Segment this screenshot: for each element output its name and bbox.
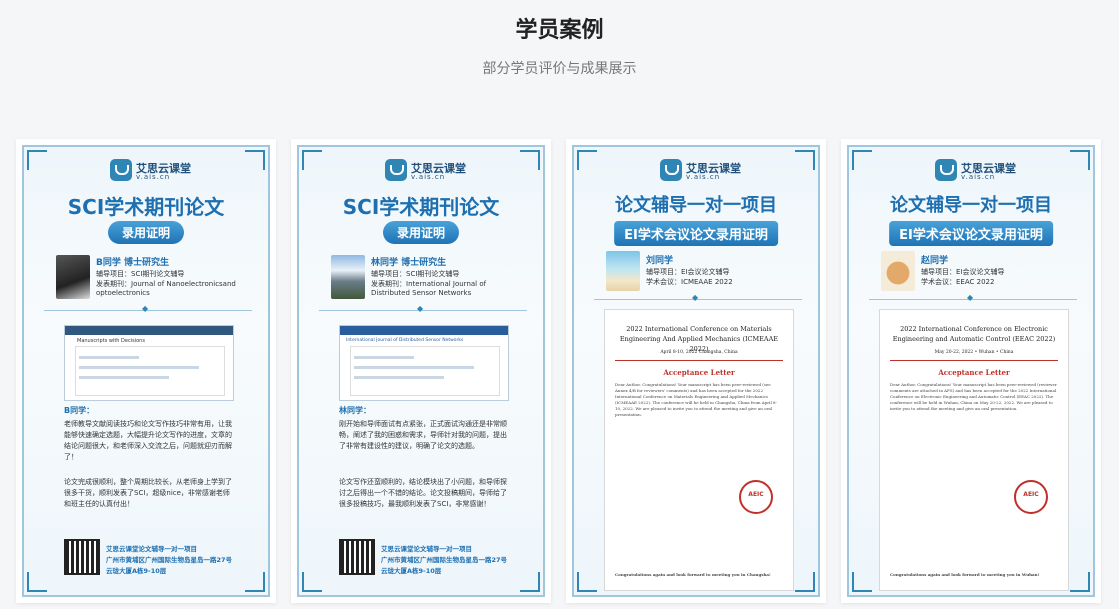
student-avatar [606,251,640,291]
acceptance-letter: 2022 International Conference on Electro… [879,309,1069,591]
case-card-4[interactable]: 艾思云课堂 v.ais.cn 论文辅导一对一项目 EI学术会议论文录用证明 赵同… [841,139,1101,603]
project-line: 辅导项目：EI会议论文辅导 [921,268,1005,276]
address-line-1: 艾思云课堂论文辅导一对一项目 [381,545,472,553]
acceptance-heading: Acceptance Letter [663,368,735,377]
letter-closing: Congratulations again and look forward t… [615,572,771,577]
conference-line: 学术会议：ICMEAAE 2022 [646,278,733,286]
conference-line: 学术会议：EEAC 2022 [921,278,995,286]
feedback-title: B同学： [64,406,95,415]
brand-url: v.ais.cn [136,173,171,181]
poster-badge: EI学术会议论文录用证明 [889,221,1053,246]
address-line-2: 广州市黄埔区广州国际生物岛星岛一路27号 [106,556,233,564]
letter-rule [615,360,783,361]
ornament-divider [869,293,1077,302]
section-title: 学员案例 [515,18,604,43]
screenshot-title: International Journal of Distributed Sen… [346,338,464,343]
letter-title: 2022 International Conference on Electro… [892,325,1056,343]
poster-heading: 论文辅导一对一项目 [615,195,777,216]
student-name: 赵同学 [921,256,949,266]
journal-line: 发表期刊：Journal of Nanoelectronicsand [96,280,236,288]
acceptance-letter: 2022 International Conference on Materia… [604,309,794,591]
brand-logo-icon [110,159,132,181]
case-card-3[interactable]: 艾思云课堂 v.ais.cn 论文辅导一对一项目 EI学术会议论文录用证明 刘同… [566,139,826,603]
address-line-1: 艾思云课堂论文辅导一对一项目 [106,545,197,553]
project-line: 辅导项目：SCI期刊论文辅导 [96,270,185,278]
student-name: 刘同学 [646,256,674,266]
certificate-poster: 艾思云课堂 v.ais.cn SCI学术期刊论文 录用证明 B同学 博士研究生 … [22,145,270,597]
letter-rule [890,360,1058,361]
letter-body: Dear Author, Congratulations! Your manus… [890,382,1057,411]
brand-logo: 艾思云课堂 v.ais.cn [574,159,818,185]
qr-code [64,539,100,575]
project-line: 辅导项目：EI会议论文辅导 [646,268,730,276]
feedback-paragraph-2: 论文完成很顺利，整个周期比较长，从老师身上学到了很多干货，顺利发表了SCI，超级… [64,478,232,508]
brand-logo: 艾思云课堂 v.ais.cn [299,159,543,185]
letter-closing: Congratulations again and look forward t… [890,572,1040,577]
qr-code [339,539,375,575]
letter-date: May 20-22, 2022 • Wuhan • China [934,350,1014,355]
section-subtitle: 部分学员评价与成果展示 [482,61,637,77]
student-name: 林同学 博士研究生 [371,258,447,268]
student-avatar [331,255,365,299]
journal-screenshot: International Journal of Distributed Sen… [339,325,509,401]
address-line-3: 云珑大厦A栋9-10层 [381,567,442,575]
student-avatar [56,255,90,299]
case-card-1[interactable]: 艾思云课堂 v.ais.cn SCI学术期刊论文 录用证明 B同学 博士研究生 … [16,139,276,603]
brand-url: v.ais.cn [686,173,721,181]
ornament-divider [594,293,802,302]
journal-line-2: optoelectronics [96,289,150,297]
poster-heading: SCI学术期刊论文 [342,195,500,219]
letter-date: April 8-10, 2022 Changsha, China [660,350,738,355]
case-card-2[interactable]: 艾思云课堂 v.ais.cn SCI学术期刊论文 录用证明 林同学 博士研究生 … [291,139,551,603]
address-line-2: 广州市黄埔区广州国际生物岛星岛一路27号 [381,556,508,564]
brand-url: v.ais.cn [961,173,996,181]
poster-badge: EI学术会议论文录用证明 [614,221,778,246]
student-name: B同学 博士研究生 [96,258,169,268]
letter-body: Dear Author, Congratulations! Your manus… [615,382,777,417]
certificate-poster: 艾思云课堂 v.ais.cn 论文辅导一对一项目 EI学术会议论文录用证明 刘同… [572,145,820,597]
project-line: 辅导项目：SCI期刊论文辅导 [371,270,460,278]
brand-logo-icon [660,159,682,181]
poster-badge: 录用证明 [382,221,460,244]
address-line-3: 云珑大厦A栋9-10层 [106,567,167,575]
poster-badge: 录用证明 [107,221,185,244]
seal-stamp: AEIC [1014,480,1048,514]
brand-logo-icon [935,159,957,181]
certificate-poster: 艾思云课堂 v.ais.cn 论文辅导一对一项目 EI学术会议论文录用证明 赵同… [847,145,1095,597]
brand-logo: 艾思云课堂 v.ais.cn [24,159,268,185]
acceptance-heading: Acceptance Letter [938,368,1010,377]
ornament-divider [44,304,252,313]
feedback-paragraph-1: 刚开始和导师面试有点紧张，正式面试沟通还是非常顺畅，阐述了我的困惑和需求，导师针… [339,420,507,450]
brand-logo: 艾思云课堂 v.ais.cn [849,159,1093,185]
journal-line-2: Distributed Sensor Networks [371,289,472,297]
journal-screenshot: Manuscripts with Decisions [64,325,234,401]
brand-url: v.ais.cn [411,173,446,181]
poster-heading: SCI学术期刊论文 [67,195,225,219]
feedback-paragraph-2: 论文写作还蛮顺利的，结论模块出了小问题，和导师探讨之后得出一个不错的结论。论文投… [339,478,507,508]
seal-stamp: AEIC [739,480,773,514]
student-avatar [881,251,915,291]
ornament-divider [319,304,527,313]
feedback-paragraph-1: 老师教导文献阅读技巧和论文写作技巧非常有用，让我能够快速确定选题，大幅提升论文写… [64,420,232,461]
brand-logo-icon [385,159,407,181]
certificate-poster: 艾思云课堂 v.ais.cn SCI学术期刊论文 录用证明 林同学 博士研究生 … [297,145,545,597]
journal-line: 发表期刊：International Journal of [371,280,487,288]
feedback-title: 林同学： [339,406,371,415]
screenshot-title: Manuscripts with Decisions [77,338,145,344]
poster-heading: 论文辅导一对一项目 [890,195,1052,216]
